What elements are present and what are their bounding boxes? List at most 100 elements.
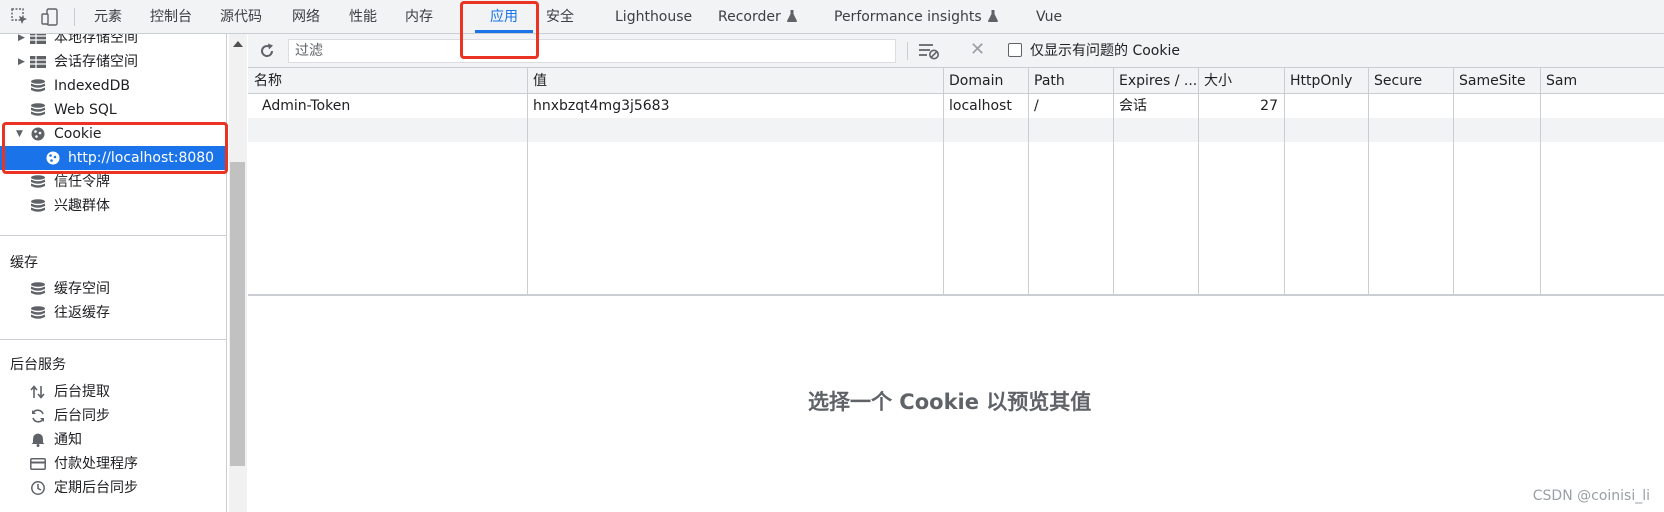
scrollbar-thumb[interactable] <box>230 162 245 466</box>
column-divider[interactable] <box>1453 68 1454 294</box>
sidebar-item-interest-groups[interactable]: 兴趣群体 <box>0 194 226 218</box>
database-icon <box>31 103 45 116</box>
section-title-background-services: 后台服务 <box>10 357 66 373</box>
sidebar-item-background-fetch[interactable]: 后台提取 <box>0 380 226 404</box>
sidebar-item-trust-tokens[interactable]: 信任令牌 <box>0 170 226 194</box>
database-icon <box>31 282 45 295</box>
sidebar-item-session-storage[interactable]: ▶ 会话存储空间 <box>0 50 226 74</box>
sidebar-item-label: 本地存储空间 <box>54 34 138 46</box>
sidebar-item-back-forward-cache[interactable]: 往返缓存 <box>0 301 226 325</box>
sidebar-item-cookie[interactable]: ▼ Cookie <box>0 122 226 146</box>
sidebar-item-label: 定期后台同步 <box>54 480 138 496</box>
tab-recorder[interactable]: Recorder <box>718 0 797 34</box>
column-header-domain[interactable]: Domain <box>943 68 1029 94</box>
column-header-samepartition[interactable]: Sam <box>1540 68 1664 94</box>
scroll-up-arrow-icon[interactable] <box>233 41 243 47</box>
filter-input[interactable] <box>288 39 896 63</box>
section-title-cache: 缓存 <box>10 255 38 271</box>
sidebar-item-cookie-localhost[interactable]: http://localhost:8080 <box>0 146 226 170</box>
tab-recorder-label: Recorder <box>718 9 781 25</box>
sidebar-item-label: Web SQL <box>54 102 117 118</box>
column-divider[interactable] <box>1028 68 1029 294</box>
sidebar-item-payment-handler[interactable]: 付款处理程序 <box>0 452 226 476</box>
sidebar-item-label: IndexedDB <box>54 78 130 94</box>
application-sidebar: ▶ 本地存储空间 ▶ 会话存储空间 IndexedDB Web SQL ▼ Co… <box>0 34 227 512</box>
sidebar-item-label: 信任令牌 <box>54 174 110 190</box>
tab-application[interactable]: 应用 <box>490 0 518 34</box>
column-header-expires[interactable]: Expires / ... <box>1113 68 1199 94</box>
clear-filtered-cookies-icon[interactable] <box>918 42 940 60</box>
delete-selected-icon[interactable]: ✕ <box>970 38 985 62</box>
sidebar-scrollbar[interactable] <box>229 34 247 512</box>
arrows-updown-icon <box>30 385 45 399</box>
clock-icon <box>31 481 45 495</box>
cookie-preview-placeholder: 选择一个 Cookie 以预览其值 <box>808 390 1092 414</box>
table-row[interactable]: Admin-Token hnxbzqt4mg3j5683 localhost /… <box>248 94 1664 118</box>
sidebar-item-label: 缓存空间 <box>54 281 110 297</box>
cell-httponly <box>1284 94 1370 118</box>
sidebar-item-periodic-background-sync[interactable]: 定期后台同步 <box>0 476 226 500</box>
cell-secure <box>1368 94 1454 118</box>
column-header-value[interactable]: 值 <box>527 68 943 94</box>
tab-lighthouse[interactable]: Lighthouse <box>615 0 692 34</box>
flask-icon <box>786 10 797 22</box>
expand-arrow-icon[interactable]: ▶ <box>18 34 28 50</box>
tab-performance-insights-label: Performance insights <box>834 9 982 25</box>
active-tab-indicator <box>475 30 533 33</box>
column-divider[interactable] <box>1113 68 1114 294</box>
sidebar-item-indexeddb[interactable]: IndexedDB <box>0 74 226 98</box>
sync-icon <box>32 409 44 423</box>
tab-elements[interactable]: 元素 <box>94 0 122 34</box>
sidebar-item-local-storage[interactable]: ▶ 本地存储空间 <box>0 34 226 50</box>
column-divider[interactable] <box>1540 68 1541 294</box>
table-header: 名称 值 Domain Path Expires / ... 大小 HttpOn… <box>248 68 1664 94</box>
column-divider[interactable] <box>943 68 944 294</box>
database-icon <box>31 175 45 188</box>
tab-performance-insights[interactable]: Performance insights <box>834 0 998 34</box>
column-divider[interactable] <box>1368 68 1369 294</box>
grid-icon <box>30 34 46 44</box>
toolbar-separator <box>907 42 908 60</box>
card-icon <box>30 458 46 470</box>
bell-icon <box>31 433 45 447</box>
tab-performance[interactable]: 性能 <box>349 0 377 34</box>
column-header-secure[interactable]: Secure <box>1368 68 1454 94</box>
sidebar-item-label: 后台同步 <box>54 408 110 424</box>
tab-network[interactable]: 网络 <box>292 0 320 34</box>
cell-path: / <box>1034 98 1039 114</box>
only-issues-label[interactable]: 仅显示有问题的 Cookie <box>1030 34 1180 68</box>
column-divider[interactable] <box>527 68 528 294</box>
column-divider[interactable] <box>1198 68 1199 294</box>
sidebar-item-cache-storage[interactable]: 缓存空间 <box>0 277 226 301</box>
sidebar-item-web-sql[interactable]: Web SQL <box>0 98 226 122</box>
inspect-element-icon[interactable] <box>11 8 29 26</box>
device-toolbar-icon[interactable] <box>41 8 59 26</box>
sidebar-item-notifications[interactable]: 通知 <box>0 428 226 452</box>
column-header-samesite[interactable]: SameSite <box>1453 68 1541 94</box>
cookie-icon <box>46 151 60 165</box>
sidebar-item-label: 通知 <box>54 432 82 448</box>
cell-samesite <box>1453 94 1541 118</box>
sidebar-item-background-sync[interactable]: 后台同步 <box>0 404 226 428</box>
tab-console[interactable]: 控制台 <box>150 0 192 34</box>
refresh-icon[interactable] <box>258 42 276 60</box>
column-header-path[interactable]: Path <box>1028 68 1114 94</box>
column-divider[interactable] <box>1284 68 1285 294</box>
sidebar-divider <box>0 339 226 340</box>
tab-sources[interactable]: 源代码 <box>220 0 262 34</box>
column-header-httponly[interactable]: HttpOnly <box>1284 68 1370 94</box>
only-issues-checkbox[interactable] <box>1008 43 1022 57</box>
collapse-arrow-icon[interactable]: ▼ <box>16 122 26 146</box>
watermark: CSDN @coinisi_li <box>1532 488 1650 504</box>
cell-expires: 会话 <box>1119 98 1147 114</box>
tab-vue[interactable]: Vue <box>1036 0 1062 34</box>
sidebar-item-label: 兴趣群体 <box>54 198 110 214</box>
expand-arrow-icon[interactable]: ▶ <box>18 50 28 74</box>
cell-size: 27 <box>1260 98 1278 114</box>
tab-memory[interactable]: 内存 <box>405 0 433 34</box>
tab-security[interactable]: 安全 <box>546 0 574 34</box>
column-header-size[interactable]: 大小 <box>1198 68 1284 94</box>
column-header-name[interactable]: 名称 <box>248 68 527 94</box>
cookie-icon <box>31 127 45 141</box>
cell-name: Admin-Token <box>262 98 351 114</box>
